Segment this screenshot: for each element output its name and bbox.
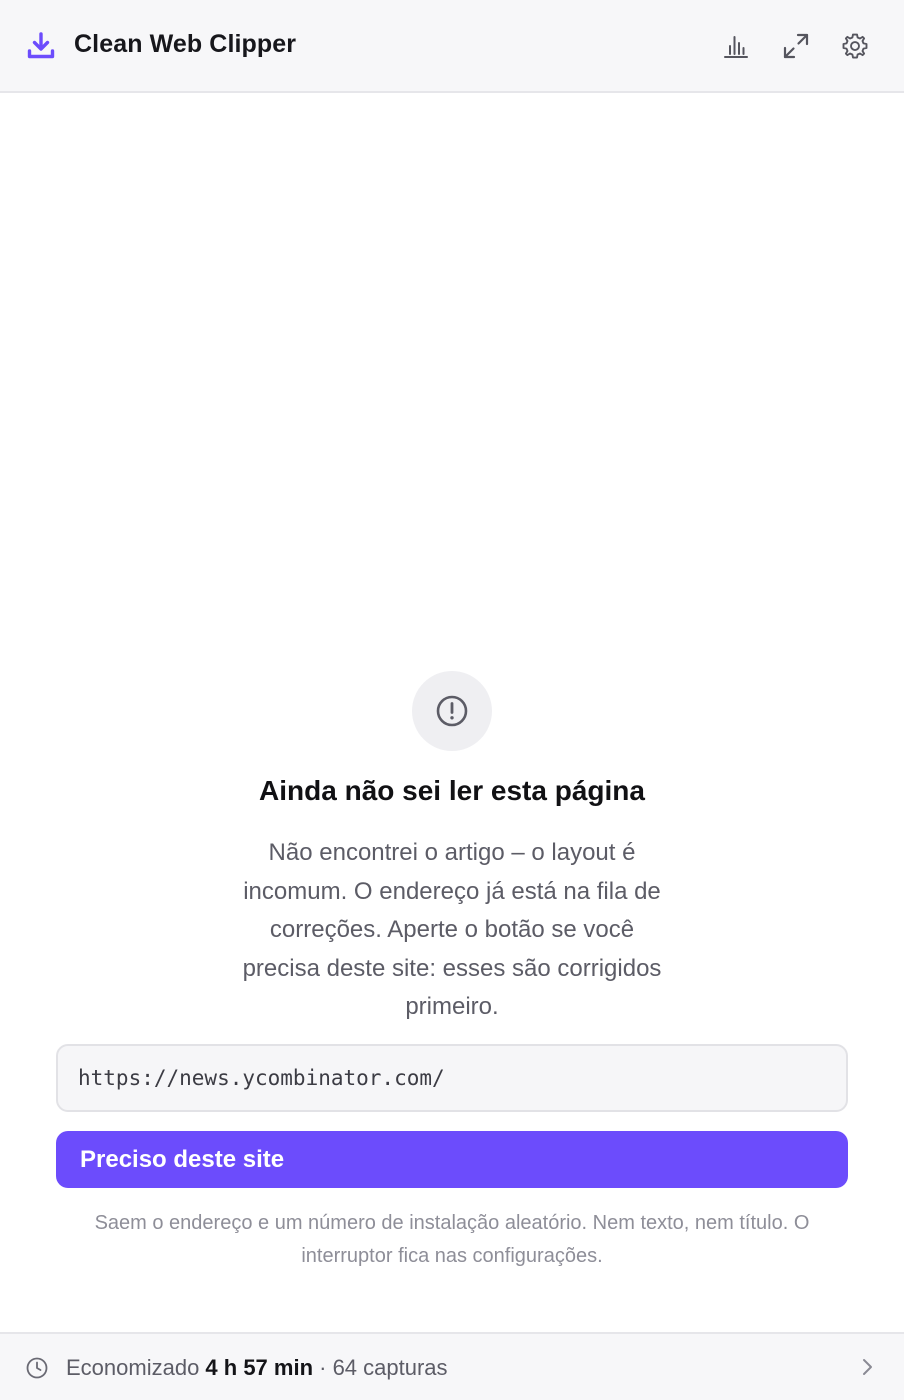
clipper-panel: Clean Web Clipper Ainda não sei ler esta… [0, 0, 904, 1400]
gear-icon [842, 33, 868, 59]
expand-button[interactable] [778, 28, 814, 64]
url-field[interactable]: https://news.ycombinator.com/ [56, 1044, 848, 1112]
app-title: Clean Web Clipper [74, 30, 297, 58]
request-site-button[interactable]: Preciso deste site [56, 1131, 848, 1188]
clock-icon [26, 1357, 48, 1379]
savings-footer[interactable]: Economizado 4 h 57 min · 64 capturas [0, 1332, 904, 1400]
bar-chart-icon [724, 36, 748, 58]
empty-state-description: Não encontrei o artigo – o layout é inco… [242, 839, 662, 1021]
alert-circle-icon [436, 695, 468, 727]
request-site-label: Preciso deste site [80, 1145, 285, 1173]
settings-button[interactable] [837, 28, 873, 64]
time-saved: 4 h 57 min [205, 1355, 314, 1380]
expand-icon [783, 33, 809, 59]
empty-state-title: Ainda não sei ler esta página [259, 775, 645, 806]
savings-prefix: Economizado [66, 1355, 206, 1380]
alert-badge [412, 671, 492, 751]
download-icon [27, 32, 55, 59]
savings-summary: Economizado 4 h 57 min · 64 capturas [66, 1355, 448, 1381]
header: Clean Web Clipper [0, 0, 904, 93]
stats-button[interactable] [718, 28, 754, 64]
chevron-right-icon [863, 1359, 872, 1375]
capture-count: · 64 capturas [313, 1355, 448, 1380]
url-text: https://news.ycombinator.com/ [78, 1066, 445, 1090]
privacy-note: Saem o endereço e um número de instalaçã… [94, 1212, 810, 1267]
